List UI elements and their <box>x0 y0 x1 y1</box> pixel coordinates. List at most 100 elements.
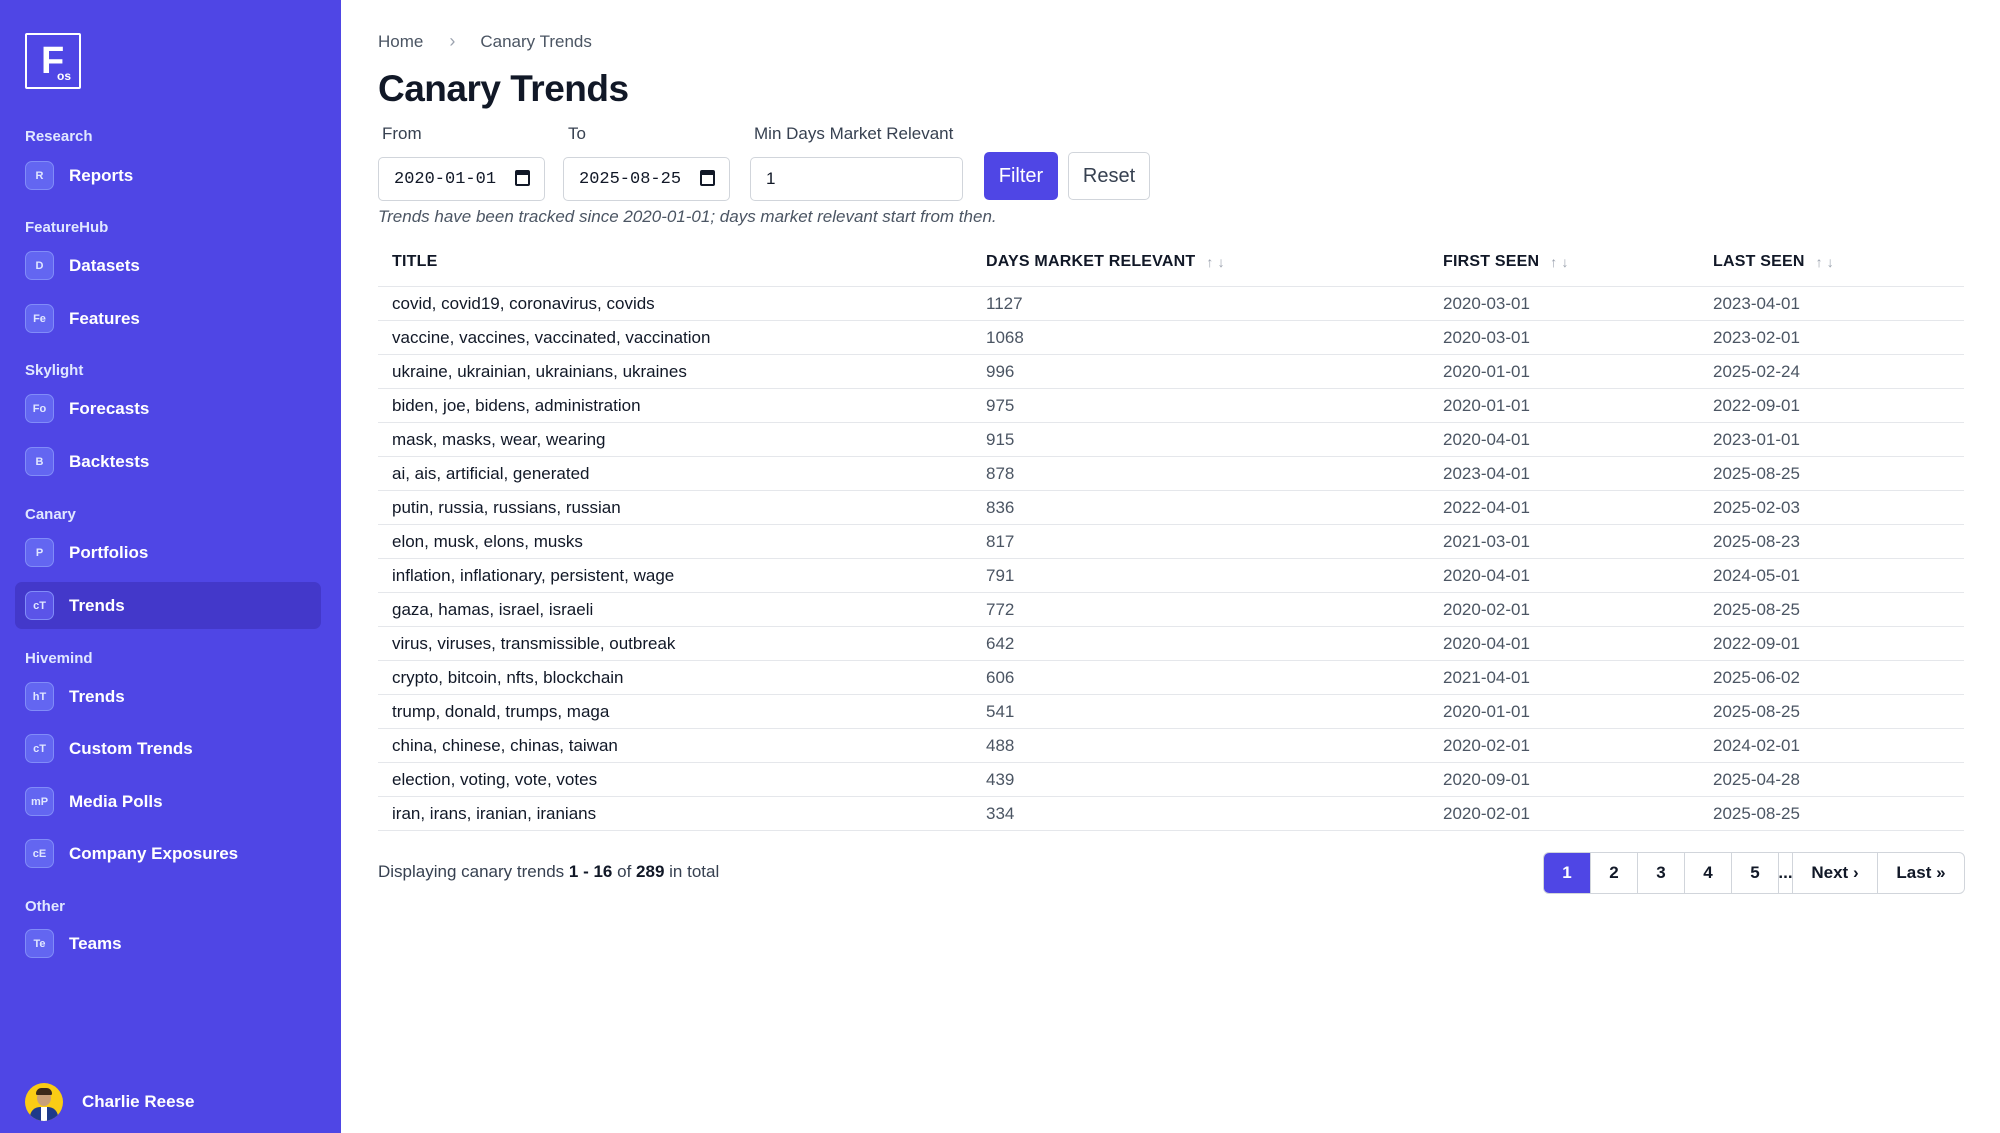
cell-days-market-relevant: 772 <box>986 600 1015 619</box>
chevron-right-icon: › <box>449 31 456 51</box>
table-row[interactable]: vaccine, vaccines, vaccinated, vaccinati… <box>378 321 1964 355</box>
cell-first-seen: 2022-04-01 <box>1443 498 1530 517</box>
cell-days-market-relevant: 791 <box>986 566 1015 585</box>
table-row[interactable]: china, chinese, chinas, taiwan 488 2020-02… <box>378 729 1964 763</box>
trends-table: TITLE DAYS MARKET RELEVANT ↑ ↓ FIRST SEEN… <box>378 237 1964 831</box>
filter-button[interactable]: Filter <box>984 152 1058 200</box>
from-date-input[interactable]: 2020-01-01 <box>378 157 545 201</box>
sidebar-item-forecasts[interactable]: Fo Forecasts <box>15 385 321 432</box>
page-button-1[interactable]: 1 <box>1544 853 1591 893</box>
cell-first-seen: 2023-04-01 <box>1443 464 1530 483</box>
cell-title: iran, irans, iranian, iranians <box>392 804 597 823</box>
cell-days-market-relevant: 334 <box>986 804 1015 823</box>
next-page-button[interactable]: Next › <box>1793 853 1878 893</box>
sidebar-item-label: Teams <box>69 933 122 953</box>
breadcrumb-current: Canary Trends <box>480 31 592 51</box>
last-page-button[interactable]: Last » <box>1878 853 1964 893</box>
cell-first-seen: 2020-04-01 <box>1443 430 1530 449</box>
sidebar-item-label: Company Exposures <box>69 843 239 863</box>
table-row[interactable]: trump, donald, trumps, maga 541 2020-01-01… <box>378 695 1964 729</box>
sort-descending-icon[interactable]: ↓ <box>1218 254 1225 270</box>
sidebar-item-features[interactable]: Fe Features <box>15 295 321 342</box>
table-row[interactable]: inflation, inflationary, persistent, wag… <box>378 559 1964 593</box>
portfolios-badge-icon: P <box>25 538 54 567</box>
from-label: From <box>382 124 422 143</box>
table-row[interactable]: elon, musk, elons, musks 817 2021-03-01 202… <box>378 525 1964 559</box>
pagination: 1 2 3 4 5 ... Next › Last » <box>1543 852 1965 894</box>
to-label: To <box>568 124 586 143</box>
cell-title: election, voting, vote, votes <box>392 770 598 789</box>
cell-first-seen: 2020-01-01 <box>1443 362 1530 381</box>
cell-first-seen: 2020-01-01 <box>1443 396 1530 415</box>
sidebar-item-custom-trends[interactable]: cT Custom Trends <box>15 725 321 772</box>
calendar-icon[interactable] <box>700 170 715 186</box>
sidebar-item-reports[interactable]: R Reports <box>15 152 321 199</box>
cell-days-market-relevant: 878 <box>986 464 1015 483</box>
table-row[interactable]: ai, ais, artificial, generated 878 2023-04… <box>378 457 1964 491</box>
results-range: 1 - 16 <box>568 862 613 881</box>
sidebar-item-label: Backtests <box>69 451 150 471</box>
sidebar-item-backtests[interactable]: B Backtests <box>15 438 321 485</box>
page-button-2[interactable]: 2 <box>1591 853 1638 893</box>
page-button-5[interactable]: 5 <box>1732 853 1779 893</box>
sort-descending-icon[interactable]: ↓ <box>1561 254 1568 270</box>
forecasts-badge-icon: Fo <box>25 394 54 423</box>
table-row[interactable]: virus, viruses, transmissible, outbreak 6… <box>378 627 1964 661</box>
cell-last-seen: 2024-02-01 <box>1713 736 1800 755</box>
app-logo[interactable]: F os <box>25 33 81 89</box>
sidebar-item-portfolios[interactable]: P Portfolios <box>15 529 321 576</box>
sidebar-item-company-exposures[interactable]: cE Company Exposures <box>15 830 321 877</box>
cell-last-seen: 2023-04-01 <box>1713 294 1800 313</box>
cell-first-seen: 2020-02-01 <box>1443 804 1530 823</box>
cell-days-market-relevant: 975 <box>986 396 1015 415</box>
page-button-4[interactable]: 4 <box>1685 853 1732 893</box>
sidebar-item-media-polls[interactable]: mP Media Polls <box>15 778 321 825</box>
sidebar-item-canary-trends[interactable]: cT Trends <box>15 582 321 629</box>
table-row[interactable]: crypto, bitcoin, nfts, blockchain 606 2021… <box>378 661 1964 695</box>
cell-last-seen: 2025-06-02 <box>1713 668 1800 687</box>
cell-first-seen: 2020-04-01 <box>1443 566 1530 585</box>
results-total: 289 <box>636 862 665 881</box>
table-row[interactable]: covid, covid19, coronavirus, covids 1127 2… <box>378 287 1964 321</box>
table-row[interactable]: election, voting, vote, votes 439 2020-09-… <box>378 763 1964 797</box>
cell-last-seen: 2022-09-01 <box>1713 634 1800 653</box>
table-row[interactable]: gaza, hamas, israel, israeli 772 2020-02-0… <box>378 593 1964 627</box>
sidebar-item-label: Trends <box>69 595 125 615</box>
sort-ascending-icon[interactable]: ↑ <box>1816 254 1823 270</box>
sidebar-item-datasets[interactable]: D Datasets <box>15 242 321 289</box>
column-header-first-seen[interactable]: FIRST SEEN ↑ ↓ <box>1443 237 1569 287</box>
column-header-title: TITLE <box>392 253 438 270</box>
sidebar-item-hivemind-trends[interactable]: hT Trends <box>15 673 321 720</box>
cell-title: covid, covid19, coronavirus, covids <box>392 294 655 313</box>
column-header-days-market-relevant[interactable]: DAYS MARKET RELEVANT ↑ ↓ <box>986 237 1225 287</box>
cell-last-seen: 2025-08-25 <box>1713 600 1800 619</box>
sort-descending-icon[interactable]: ↓ <box>1827 254 1834 270</box>
company-exposures-badge-icon: cE <box>25 839 54 868</box>
sidebar-item-label: Trends <box>69 686 125 706</box>
user-profile[interactable]: Charlie Reese <box>25 1083 194 1121</box>
calendar-icon[interactable] <box>515 170 530 186</box>
page-button-3[interactable]: 3 <box>1638 853 1685 893</box>
min-days-input[interactable]: 1 <box>750 157 963 201</box>
section-label-other: Other <box>25 898 66 915</box>
cell-title: ai, ais, artificial, generated <box>392 464 590 483</box>
sidebar-item-teams[interactable]: Te Teams <box>15 920 321 967</box>
sidebar-item-label: Portfolios <box>69 542 149 562</box>
table-row[interactable]: iran, irans, iranian, iranians 334 2020-02… <box>378 797 1964 831</box>
cell-first-seen: 2020-09-01 <box>1443 770 1530 789</box>
table-row[interactable]: ukraine, ukrainian, ukrainians, ukraines… <box>378 355 1964 389</box>
table-row[interactable]: putin, russia, russians, russian 836 2022-… <box>378 491 1964 525</box>
sort-ascending-icon[interactable]: ↑ <box>1206 254 1213 270</box>
column-header-last-seen[interactable]: LAST SEEN ↑ ↓ <box>1713 237 1834 287</box>
table-row[interactable]: biden, joe, bidens, administration 975 202… <box>378 389 1964 423</box>
reset-button[interactable]: Reset <box>1068 152 1150 200</box>
table-row[interactable]: mask, masks, wear, wearing 915 2020-04-01 2… <box>378 423 1964 457</box>
pagination-ellipsis: ... <box>1778 853 1793 893</box>
cell-days-market-relevant: 817 <box>986 532 1015 551</box>
breadcrumb-home-link[interactable]: Home <box>378 32 423 52</box>
cell-first-seen: 2021-04-01 <box>1443 668 1530 687</box>
to-date-input[interactable]: 2025-08-25 <box>563 157 730 201</box>
cell-last-seen: 2023-02-01 <box>1713 328 1800 347</box>
media-polls-badge-icon: mP <box>25 787 54 816</box>
sort-ascending-icon[interactable]: ↑ <box>1550 254 1557 270</box>
